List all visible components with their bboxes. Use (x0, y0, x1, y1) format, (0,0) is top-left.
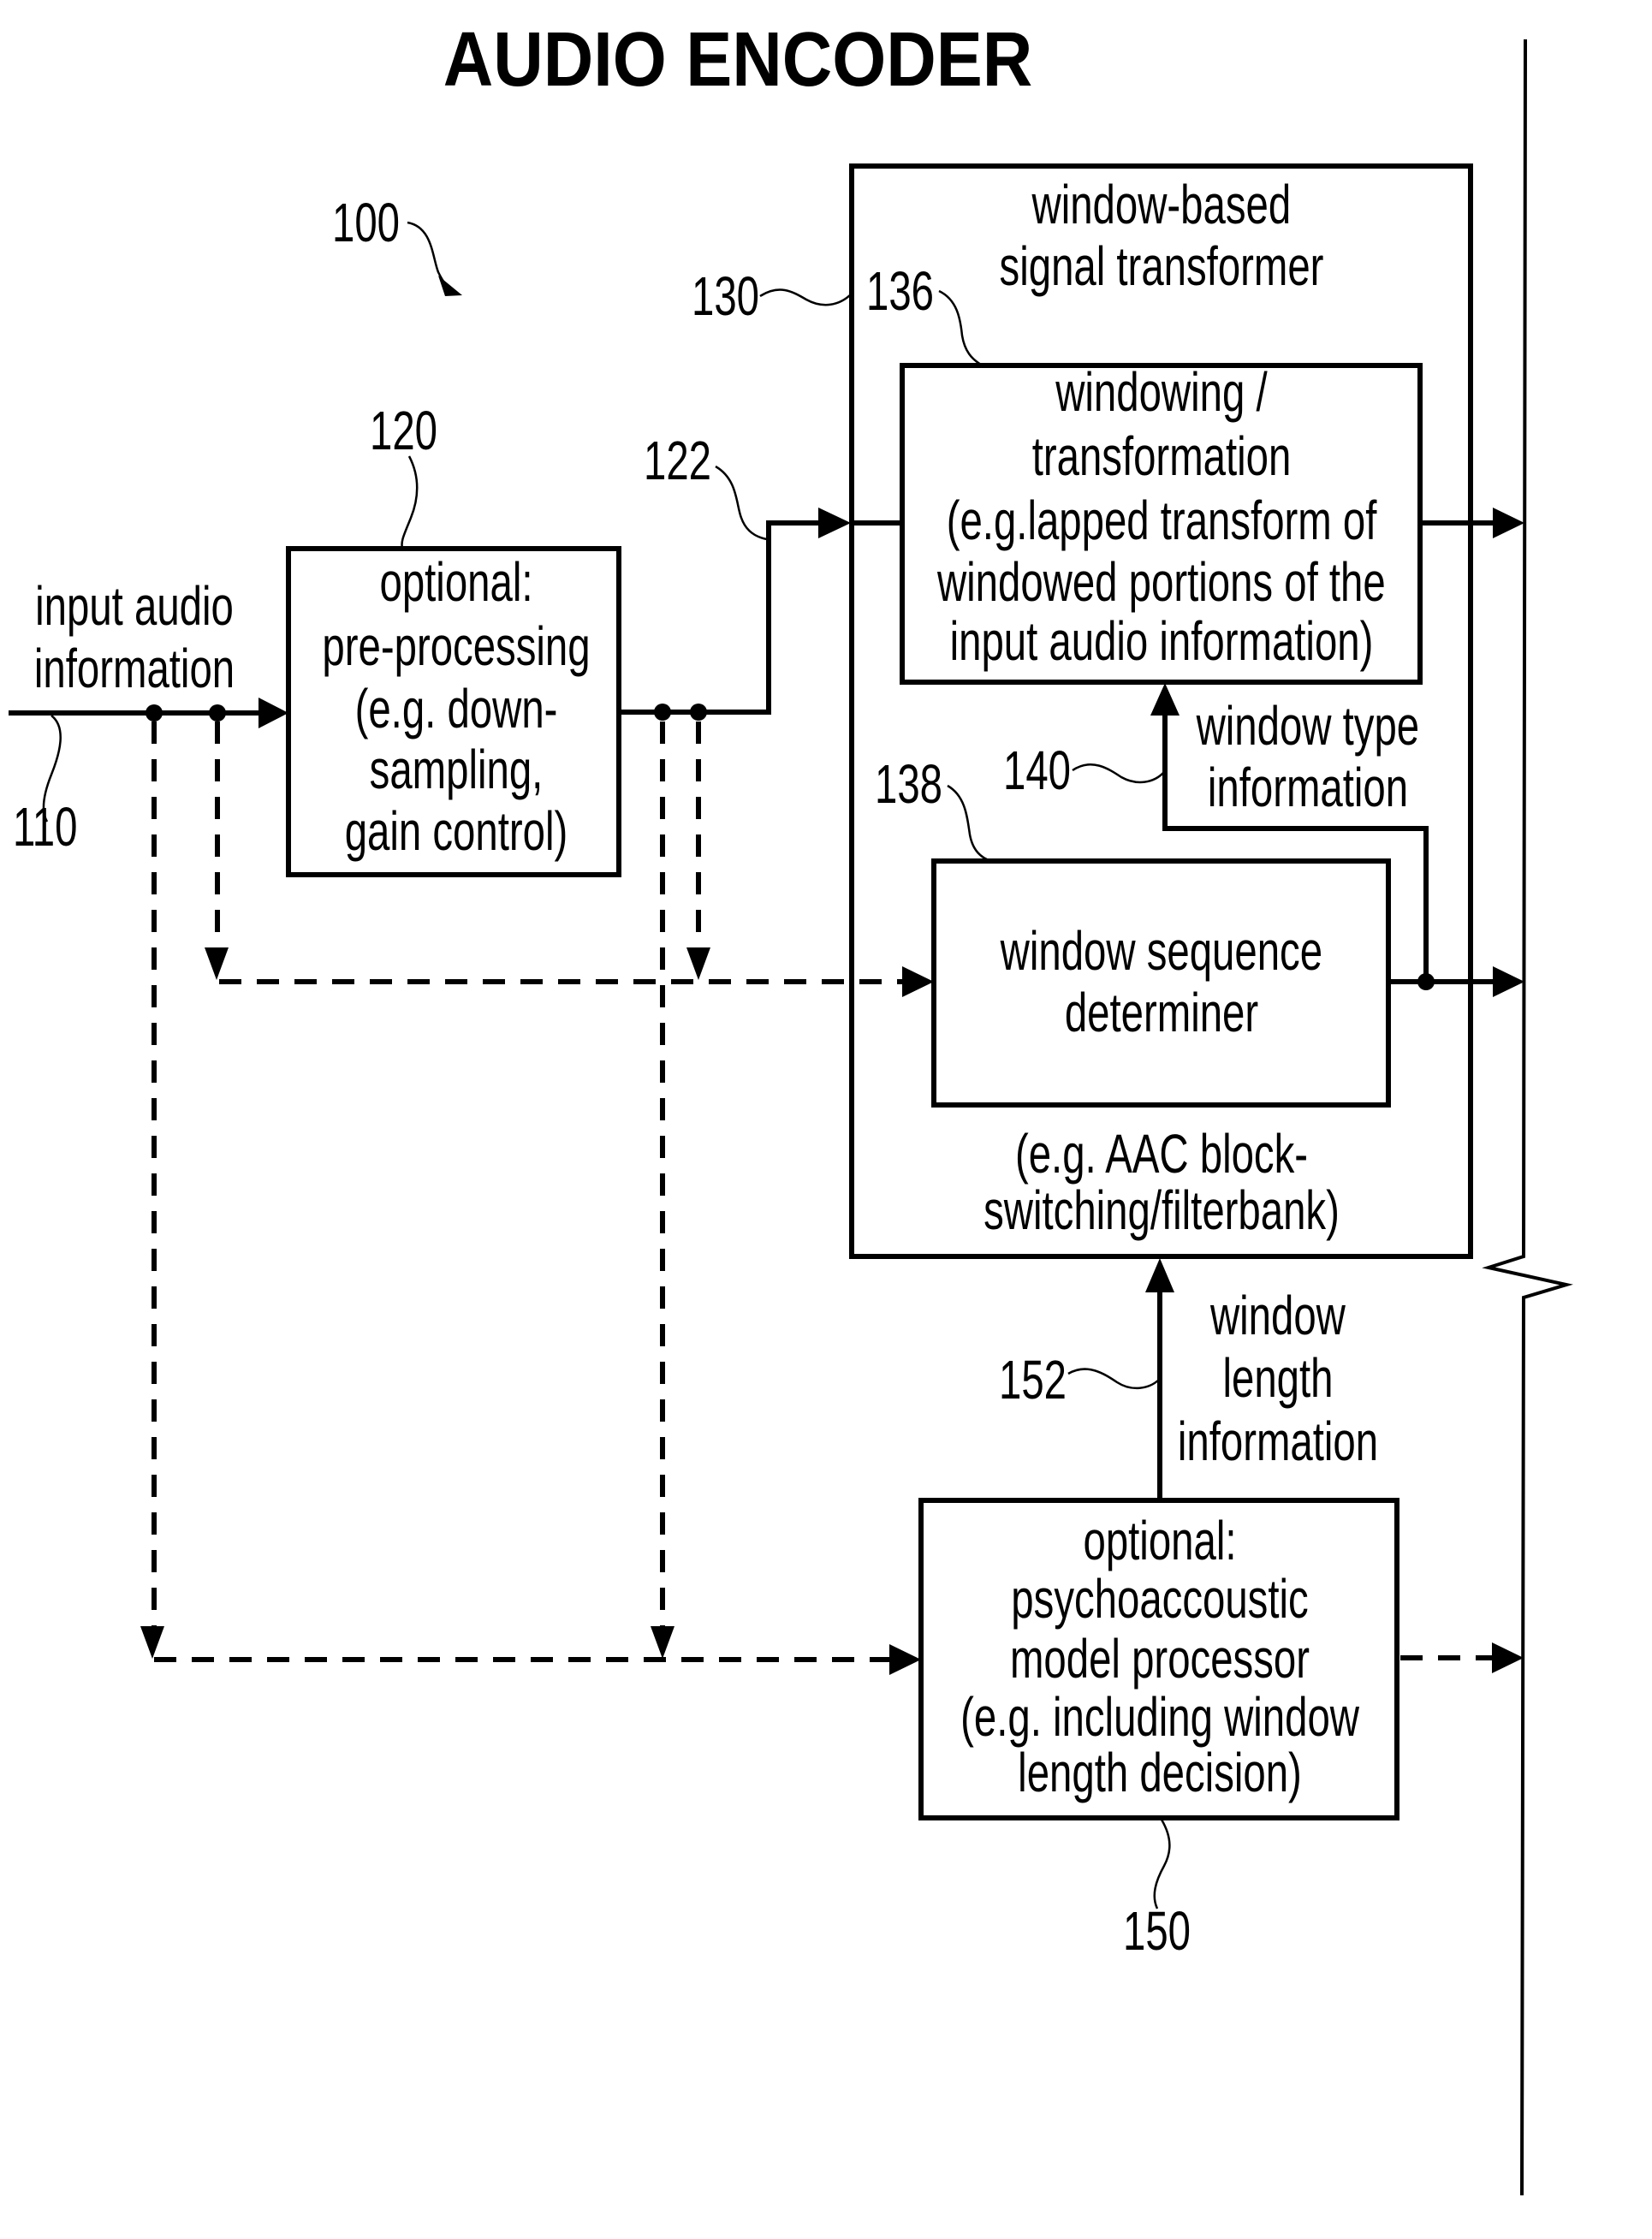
windowing-line: input audio information) (950, 610, 1374, 672)
ref-label-120: 120 (370, 400, 437, 461)
ref-arrowhead-100 (438, 276, 462, 296)
ref-leader-150 (1153, 1819, 1171, 1909)
windowing-line: windowed portions of the (936, 551, 1386, 613)
sequence-line: window sequence (1000, 920, 1322, 982)
input-label-line2: information (34, 638, 235, 699)
junction-dot (1417, 973, 1435, 990)
transformer-title-line: window-based (1031, 174, 1292, 235)
window-type-label-line: window type (1196, 695, 1419, 757)
dashed-arrowhead-down (140, 1626, 164, 1659)
ref-label-150: 150 (1123, 1900, 1191, 1962)
transformer-footer-line: switching/filterbank) (983, 1179, 1340, 1241)
windowing-line: transformation (1032, 425, 1292, 487)
windowing-line: windowing / (1055, 361, 1268, 423)
junction-dot (690, 704, 707, 721)
ref-label-138: 138 (875, 753, 942, 815)
psychoacoustic-line: length decision) (1018, 1742, 1302, 1803)
ref-label-136: 136 (866, 260, 934, 322)
ref-leader-120 (401, 455, 419, 549)
ref-label-122: 122 (644, 430, 711, 491)
output-rail (1482, 39, 1573, 2196)
dashed-arrowhead-down (205, 947, 229, 980)
ref-leader-152 (1067, 1368, 1160, 1390)
windowing-line: (e.g.lapped transform of (947, 490, 1377, 551)
dashed-arrowhead-right (889, 1644, 921, 1675)
psychoacoustic-line: psychoaccoustic (1011, 1568, 1308, 1630)
diagram-title: AUDIO ENCODER (443, 16, 1032, 103)
window-length-label-line: window (1209, 1285, 1346, 1346)
psychoacoustic-line: (e.g. including window (960, 1686, 1359, 1748)
preprocessing-line: optional: (379, 551, 532, 613)
ref-label-130: 130 (692, 265, 759, 327)
preprocessing-line: gain control) (345, 800, 568, 862)
audio-encoder-diagram: AUDIO ENCODER 100 input audio informatio… (9, 16, 1573, 2196)
ref-leader-130 (759, 288, 853, 306)
preprocessing-line: (e.g. down- (355, 678, 558, 739)
psychoacoustic-line: model processor (1010, 1628, 1310, 1690)
window-type-label-line: information (1208, 757, 1408, 818)
input-label-line1: input audio (35, 575, 234, 637)
ref-label-152: 152 (999, 1349, 1067, 1411)
junction-dot (209, 704, 226, 722)
spectral-output-arrowhead (1493, 508, 1524, 538)
dashed-arrowhead-right (1492, 1642, 1524, 1673)
ref-leader-100 (407, 221, 453, 291)
sequence-line: determiner (1065, 982, 1258, 1043)
ref-label-140: 140 (1003, 739, 1071, 801)
junction-dot (654, 704, 671, 721)
preprocessed-arrowhead (818, 508, 851, 538)
transformer-title-line: signal transformer (1000, 235, 1324, 297)
input-arrowhead (258, 698, 288, 728)
preprocessing-line: pre-processing (322, 615, 590, 677)
junction-dot (146, 704, 163, 722)
transformer-footer-line: (e.g. AAC block- (1015, 1123, 1308, 1185)
sequence-output-arrowhead (1493, 966, 1524, 997)
dashed-arrowhead-down (651, 1626, 674, 1659)
ref-label-100: 100 (332, 192, 400, 253)
window-length-label-line: information (1178, 1411, 1378, 1472)
dashed-arrowhead-down (686, 947, 710, 980)
window-length-label-line: length (1222, 1347, 1333, 1409)
psychoacoustic-line: optional: (1083, 1510, 1236, 1571)
preprocessing-line: sampling, (370, 739, 544, 800)
window-length-arrowhead (1145, 1258, 1174, 1292)
ref-leader-122 (715, 465, 768, 541)
ref-label-110: 110 (13, 796, 77, 858)
preprocessed-signal-line (619, 520, 835, 715)
